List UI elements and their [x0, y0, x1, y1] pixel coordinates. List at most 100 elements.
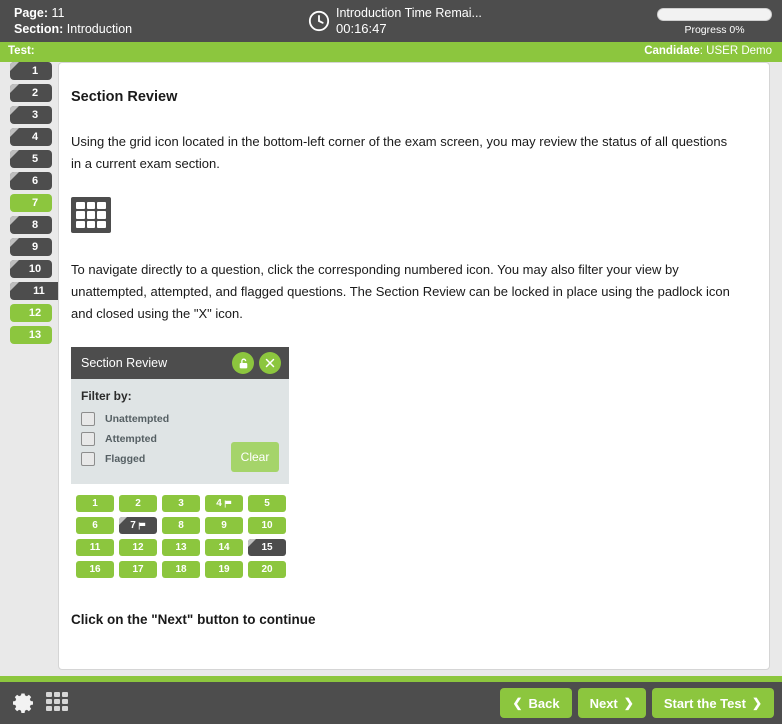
grid-cell [54, 699, 60, 704]
question-chip-15[interactable]: 15 [248, 539, 286, 556]
clear-filters-button[interactable]: Clear [231, 442, 279, 472]
padlock-open-icon[interactable] [232, 352, 254, 374]
grid-cell [54, 692, 60, 697]
question-chip-7[interactable]: 7 [119, 517, 157, 534]
question-chip-12[interactable]: 12 [119, 539, 157, 556]
sidebar-page-8[interactable]: 8 [10, 216, 52, 234]
grid-cell [97, 202, 106, 210]
filter-row-unattempted[interactable]: Unattempted [81, 412, 279, 426]
chevron-right-icon: ❯ [623, 696, 634, 710]
page-corner-fold-icon [10, 84, 19, 93]
question-chip-label: 10 [261, 520, 273, 531]
question-chip-17[interactable]: 17 [119, 561, 157, 578]
progress-label: Progress 0% [684, 24, 745, 36]
sidebar-page-11[interactable]: 11 [10, 282, 69, 300]
sidebar-page-2[interactable]: 2 [10, 84, 52, 102]
test-info: Test: [8, 45, 35, 57]
checkbox-flagged[interactable] [81, 452, 95, 466]
test-candidate-bar: Test: Candidate: USER Demo [0, 42, 782, 62]
sidebar-page-label: 5 [31, 153, 39, 165]
question-chip-6[interactable]: 6 [76, 517, 114, 534]
sidebar-page-label: 2 [31, 87, 39, 99]
start-the-test-button[interactable]: Start the Test ❯ [651, 688, 774, 718]
gear-icon[interactable] [12, 691, 36, 715]
question-chip-4[interactable]: 4 [205, 495, 243, 512]
page-corner-fold-icon [10, 260, 19, 269]
grid-icon[interactable] [46, 692, 70, 714]
intro-paragraph-2: To navigate directly to a question, clic… [71, 262, 730, 321]
top-header: Page: 11 Section: Introduction Introduct… [0, 0, 782, 42]
timer-title: Introduction Time Remai... [336, 6, 482, 20]
question-chip-16[interactable]: 16 [76, 561, 114, 578]
grid-cell [76, 202, 85, 210]
content-panel: Section Review Using the grid icon locat… [58, 62, 770, 670]
sidebar-page-1[interactable]: 1 [10, 62, 52, 80]
chevron-left-icon: ❮ [512, 696, 523, 710]
filter-label: Attempted [105, 433, 157, 445]
page-title: Section Review [71, 89, 178, 105]
checkbox-unattempted[interactable] [81, 412, 95, 426]
sidebar-page-label: 8 [31, 219, 39, 231]
sidebar-page-3[interactable]: 3 [10, 106, 52, 124]
section-review-body: Filter by: Unattempted Attempted Flagged C… [71, 379, 289, 484]
question-chip-2[interactable]: 2 [119, 495, 157, 512]
question-chip-13[interactable]: 13 [162, 539, 200, 556]
sidebar-page-7[interactable]: 7 [10, 194, 52, 212]
question-corner-fold-icon [248, 539, 256, 547]
grid-cell [76, 220, 85, 228]
timer-text: Introduction Time Remai... 00:16:47 [336, 6, 482, 36]
sidebar-page-label: 10 [28, 263, 42, 275]
sidebar-page-label: 1 [31, 65, 39, 77]
sidebar-page-12[interactable]: 12 [10, 304, 52, 322]
grid-cell [62, 706, 68, 711]
sidebar-page-6[interactable]: 6 [10, 172, 52, 190]
question-chip-label: 7 [130, 520, 136, 531]
question-chip-label: 8 [178, 520, 184, 531]
sidebar-page-label: 4 [31, 131, 39, 143]
question-chip-18[interactable]: 18 [162, 561, 200, 578]
page-corner-fold-icon [10, 106, 19, 115]
section-value: Introduction [66, 22, 133, 36]
sidebar-page-label: 13 [28, 329, 42, 341]
flag-icon [138, 521, 146, 530]
sidebar-page-label: 3 [31, 109, 39, 121]
next-instruction: Click on the "Next" button to continue [71, 612, 316, 627]
question-chip-1[interactable]: 1 [76, 495, 114, 512]
page-info-row: Page: 11 [14, 5, 132, 21]
sidebar-page-4[interactable]: 4 [10, 128, 52, 146]
grid-cell [86, 202, 96, 210]
sidebar-page-10[interactable]: 10 [10, 260, 52, 278]
question-chip-3[interactable]: 3 [162, 495, 200, 512]
back-button[interactable]: ❮ Back [500, 688, 572, 718]
question-chip-label: 3 [178, 498, 184, 509]
question-chip-label: 1 [92, 498, 98, 509]
clock-icon [308, 10, 330, 32]
filter-label: Flagged [105, 453, 146, 465]
question-chip-9[interactable]: 9 [205, 517, 243, 534]
section-review-title: Section Review [81, 356, 168, 370]
sidebar-page-13[interactable]: 13 [10, 326, 52, 344]
close-x-icon[interactable] [259, 352, 281, 374]
question-chip-5[interactable]: 5 [248, 495, 286, 512]
page-corner-fold-icon [10, 150, 19, 159]
sidebar-page-5[interactable]: 5 [10, 150, 52, 168]
question-chip-8[interactable]: 8 [162, 517, 200, 534]
sidebar-page-label: 12 [28, 307, 42, 319]
question-chip-label: 17 [132, 564, 144, 575]
checkbox-attempted[interactable] [81, 432, 95, 446]
question-chip-14[interactable]: 14 [205, 539, 243, 556]
question-chip-19[interactable]: 19 [205, 561, 243, 578]
section-info-row: Section: Introduction [14, 21, 132, 37]
question-chip-10[interactable]: 10 [248, 517, 286, 534]
back-button-label: Back [528, 695, 560, 711]
sidebar-page-label: 11 [33, 285, 45, 297]
grid-cell [54, 706, 60, 711]
question-chip-label: 16 [89, 564, 101, 575]
question-chip-20[interactable]: 20 [248, 561, 286, 578]
page-corner-fold-icon [10, 62, 19, 71]
grid-icon [71, 197, 111, 233]
next-button[interactable]: Next ❯ [577, 688, 646, 718]
question-chip-11[interactable]: 11 [76, 539, 114, 556]
sidebar-page-9[interactable]: 9 [10, 238, 52, 256]
question-chip-label: 20 [261, 564, 273, 575]
